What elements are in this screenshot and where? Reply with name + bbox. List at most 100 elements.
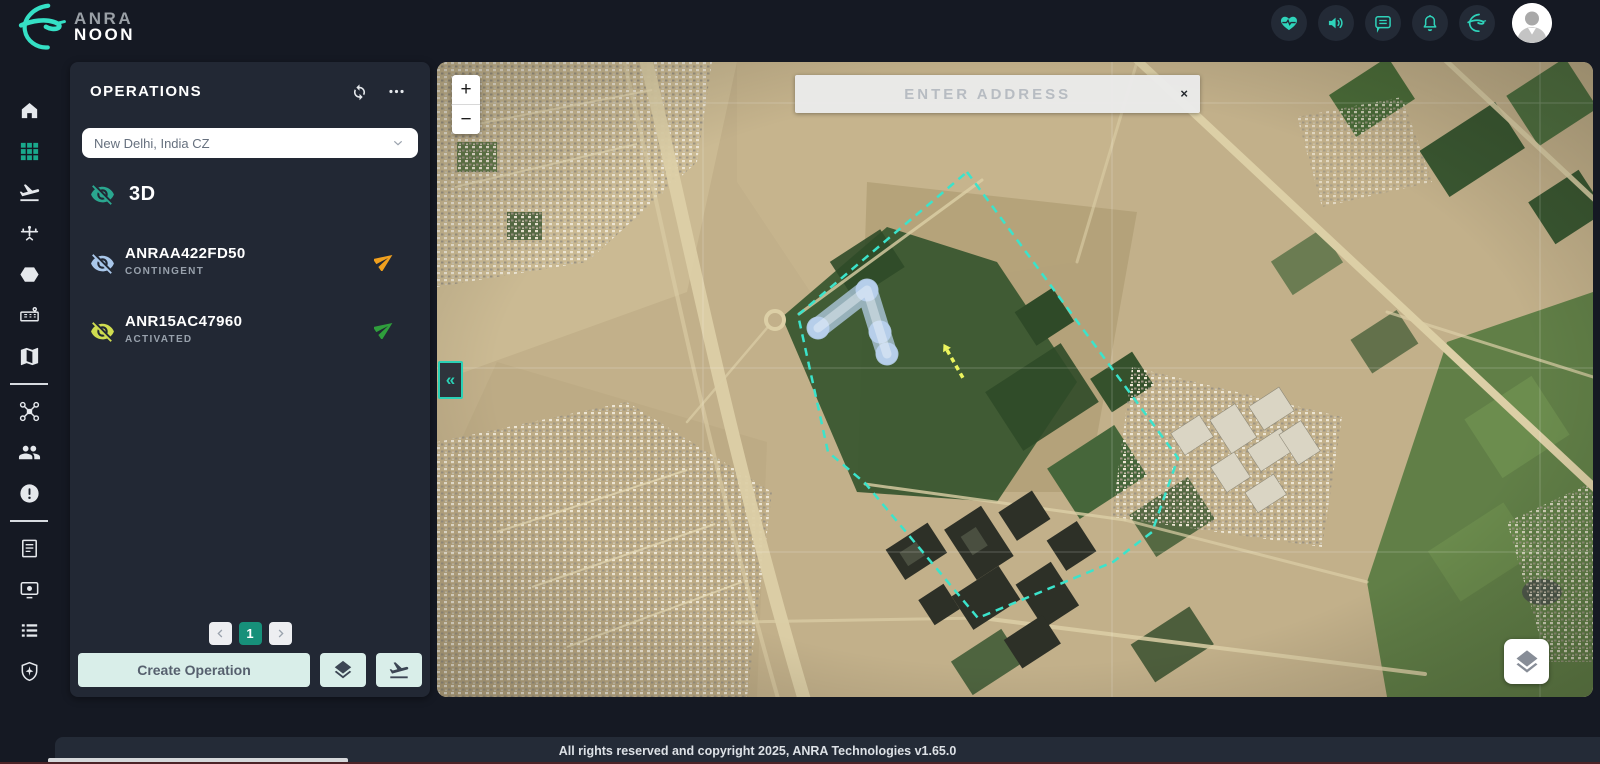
map-icon — [18, 345, 41, 368]
messages-button[interactable] — [1365, 5, 1401, 41]
address-search-bar: × — [795, 74, 1200, 114]
sidebar-item-operations[interactable] — [0, 131, 58, 172]
notifications-button[interactable] — [1412, 5, 1448, 41]
more-options-button[interactable] — [387, 82, 406, 101]
sidebar-item-uas[interactable] — [0, 391, 58, 432]
panel-title: OPERATIONS — [90, 83, 203, 100]
address-search-input[interactable] — [795, 74, 1181, 114]
refresh-button[interactable] — [350, 82, 369, 101]
3d-view-row: 3D — [90, 182, 156, 207]
vtol-drone-icon — [18, 222, 41, 245]
apps-grid-icon — [18, 140, 41, 163]
rail-divider — [10, 520, 48, 522]
ellipsis-icon — [387, 82, 406, 101]
satellite-map — [437, 62, 1593, 697]
region-select-value: New Delhi, India CZ — [94, 135, 210, 151]
layers-icon — [1513, 648, 1541, 676]
logo-text: ANRA NOON — [74, 10, 135, 44]
audio-button[interactable] — [1318, 5, 1354, 41]
header-actions — [1271, 3, 1552, 43]
sidebar-item-home[interactable] — [0, 90, 58, 131]
flight-takeoff-icon — [388, 659, 410, 681]
user-profile-button[interactable] — [1512, 3, 1552, 43]
sidebar-item-maps[interactable] — [0, 336, 58, 377]
pagination-prev-button[interactable] — [208, 622, 232, 645]
system-health-button[interactable] — [1271, 5, 1307, 41]
operation-row[interactable]: ANRAA422FD50 CONTINGENT — [70, 245, 430, 301]
operation-info: ANR15AC47960 ACTIVATED — [125, 313, 242, 345]
anra-swoosh-icon — [18, 2, 68, 52]
pagination: 1 — [70, 622, 430, 645]
zoom-in-button[interactable]: + — [452, 75, 480, 104]
layers-button[interactable] — [320, 653, 366, 687]
list-icon — [18, 619, 41, 642]
report-document-icon — [18, 537, 41, 560]
eye-off-icon — [90, 319, 115, 344]
sidebar-item-reports[interactable] — [0, 528, 58, 569]
sidebar-item-flights[interactable] — [0, 172, 58, 213]
pagination-page-1[interactable]: 1 — [238, 622, 262, 645]
anra-noon-logo: ANRA NOON — [18, 2, 135, 52]
operation-state-plane-icon — [374, 318, 395, 339]
operation-status: ACTIVATED — [125, 334, 193, 345]
paper-plane-icon — [374, 318, 395, 339]
3d-label: 3D — [129, 183, 156, 205]
sidebar-item-zones[interactable] — [0, 254, 58, 295]
ground-station-icon — [18, 304, 41, 327]
chat-icon — [1373, 13, 1393, 33]
logo-line2: NOON — [74, 25, 135, 44]
sidebar-item-alerts[interactable] — [0, 473, 58, 514]
operations-panel: OPERATIONS New Delhi, India CZ 3D ANRAA4… — [70, 62, 430, 697]
panel-actions: Create Operation — [78, 653, 422, 687]
operation-status: CONTINGENT — [125, 266, 205, 277]
flight-takeoff-icon — [18, 181, 41, 204]
layers-icon — [332, 659, 354, 681]
top-bar: ANRA NOON — [0, 0, 1600, 56]
operations-panel-header: OPERATIONS — [70, 62, 430, 101]
heart-pulse-icon — [1279, 13, 1299, 33]
sidebar-item-ground-stations[interactable] — [0, 295, 58, 336]
3d-visibility-toggle[interactable] — [90, 182, 115, 207]
map-canvas[interactable]: + − × « — [437, 62, 1593, 697]
simulate-flight-button[interactable] — [376, 653, 422, 687]
sidebar-item-airspace-security[interactable] — [0, 651, 58, 692]
chevron-down-icon — [390, 135, 406, 151]
anra-drone-icon — [1467, 13, 1487, 33]
sidebar-item-logs[interactable] — [0, 610, 58, 651]
hexagon-zone-icon — [18, 263, 41, 286]
left-rail — [0, 56, 58, 764]
basemap-layers-button[interactable] — [1504, 639, 1549, 684]
search-clear-button[interactable]: × — [1180, 75, 1200, 113]
eye-off-icon — [90, 182, 115, 207]
operation-state-plane-icon — [374, 250, 395, 271]
users-icon — [18, 441, 41, 464]
shield-flight-icon — [18, 660, 41, 683]
map-zoom-control: + − — [452, 75, 480, 134]
sidebar-item-drones[interactable] — [0, 213, 58, 254]
pagination-next-button[interactable] — [268, 622, 292, 645]
video-feed-icon — [18, 578, 41, 601]
operation-id: ANR15AC47960 — [125, 313, 243, 330]
operation-info: ANRAA422FD50 CONTINGENT — [125, 245, 246, 277]
operation-visibility-toggle[interactable] — [90, 319, 115, 344]
speaker-icon — [1326, 13, 1346, 33]
bell-icon — [1420, 13, 1440, 33]
alert-icon — [18, 482, 41, 505]
sidebar-item-users[interactable] — [0, 432, 58, 473]
panel-collapse-button[interactable]: « — [438, 361, 463, 399]
operation-visibility-toggle[interactable] — [90, 251, 115, 276]
region-select[interactable]: New Delhi, India CZ — [82, 128, 418, 158]
anra-noon-app: ANRA NOON OPERATIONS New Delhi, India CZ… — [0, 0, 1600, 764]
eye-off-icon — [90, 251, 115, 276]
zoom-out-button[interactable]: − — [452, 105, 480, 134]
chevron-left-icon — [214, 627, 227, 640]
copyright-text: All rights reserved and copyright 2025, … — [558, 743, 957, 758]
drone-tracker-button[interactable] — [1459, 5, 1495, 41]
home-icon — [18, 99, 41, 122]
operation-row[interactable]: ANR15AC47960 ACTIVATED — [70, 313, 430, 369]
sidebar-item-video-feeds[interactable] — [0, 569, 58, 610]
create-operation-button[interactable]: Create Operation — [78, 653, 310, 687]
rail-divider — [10, 383, 48, 385]
chevron-right-icon — [274, 627, 287, 640]
paper-plane-icon — [374, 250, 395, 271]
